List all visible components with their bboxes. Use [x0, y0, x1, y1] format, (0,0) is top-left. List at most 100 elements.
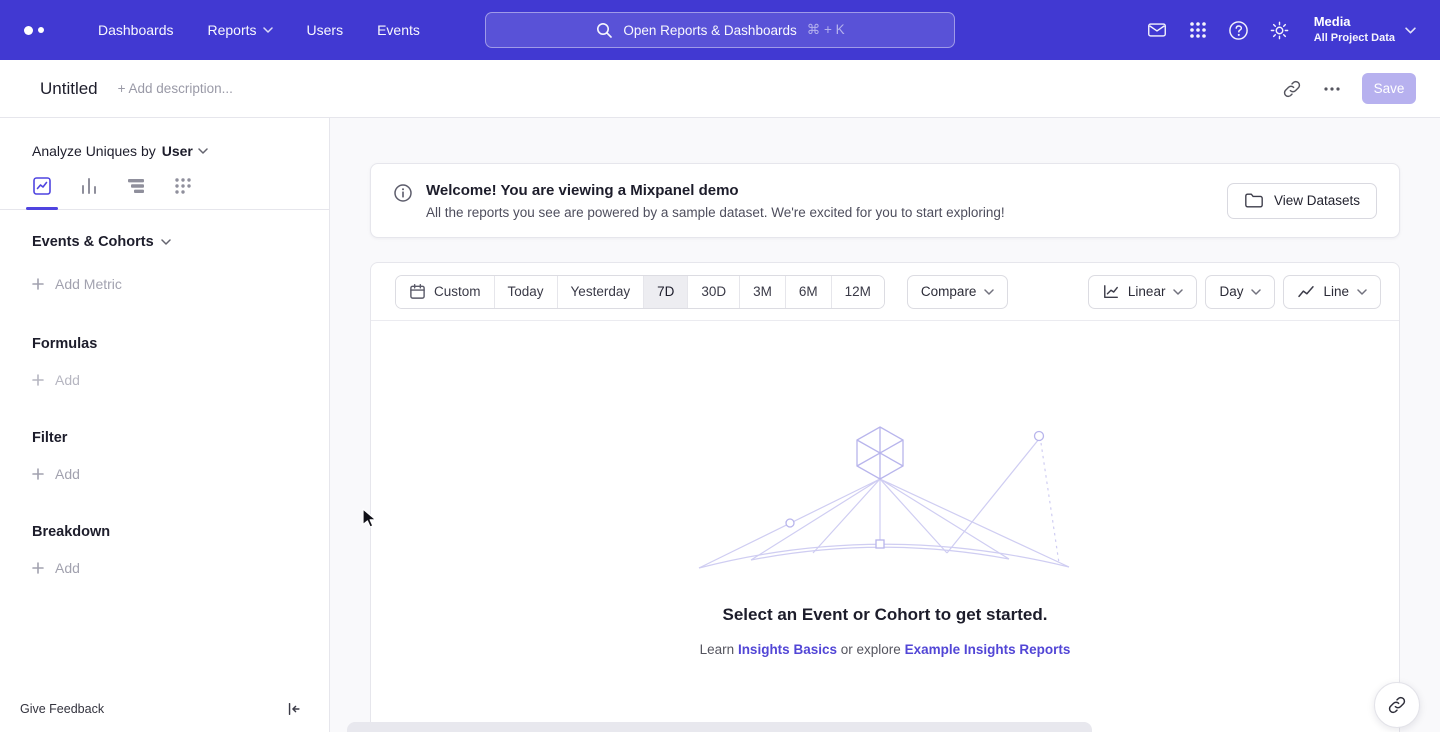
search-input[interactable]: Open Reports & Dashboards ⌘ + K — [485, 12, 955, 48]
tab-funnel[interactable] — [126, 176, 146, 196]
nav-dashboards[interactable]: Dashboards — [98, 22, 174, 38]
search-icon — [595, 21, 613, 39]
plus-icon — [32, 468, 44, 480]
metric-type-tabs — [0, 159, 329, 210]
collapse-sidebar-icon[interactable] — [286, 701, 302, 717]
analyze-label: Analyze Uniques by — [32, 143, 156, 159]
empty-state-illustration — [695, 425, 1075, 575]
more-options-icon[interactable] — [1322, 79, 1342, 99]
range-30d[interactable]: 30D — [687, 276, 739, 308]
query-builder-sidebar: Analyze Uniques by User Events & Cohorts… — [0, 118, 330, 732]
compare-button[interactable]: Compare — [907, 275, 1009, 309]
compare-label: Compare — [921, 284, 977, 299]
nav-dashboards-label: Dashboards — [98, 22, 174, 38]
sidebar-footer: Give Feedback — [0, 696, 329, 732]
nav-reports-label: Reports — [208, 22, 257, 38]
view-datasets-label: View Datasets — [1274, 193, 1360, 208]
add-breakdown-label: Add — [55, 560, 80, 576]
project-selector[interactable]: Media All Project Data — [1314, 14, 1416, 45]
add-description-field[interactable]: + Add description... — [118, 81, 233, 96]
give-feedback-link[interactable]: Give Feedback — [20, 702, 104, 716]
empty-state-links: Learn Insights Basics or explore Example… — [371, 642, 1399, 657]
share-link-fab[interactable] — [1374, 682, 1420, 728]
calendar-icon — [409, 283, 426, 300]
chart-type-dropdown[interactable]: Line — [1283, 275, 1381, 309]
nav-users-label: Users — [307, 22, 344, 38]
project-name: Media — [1314, 14, 1395, 31]
range-yesterday[interactable]: Yesterday — [557, 276, 644, 308]
range-today[interactable]: Today — [494, 276, 557, 308]
insights-chart-card: Custom Today Yesterday 7D 30D 3M 6M 12M … — [370, 262, 1400, 732]
sidebar-sections: Events & Cohorts Add Metric Formulas Add… — [0, 234, 329, 576]
link-icon — [1387, 695, 1407, 715]
navbar-actions: Media All Project Data — [1146, 14, 1416, 45]
events-cohorts-section-title[interactable]: Events & Cohorts — [32, 234, 297, 250]
folder-icon — [1244, 192, 1264, 209]
linear-scale-icon — [1102, 284, 1120, 300]
help-icon[interactable] — [1228, 20, 1249, 41]
report-main-area: Welcome! You are viewing a Mixpanel demo… — [330, 118, 1440, 732]
breakdown-section-title: Breakdown — [32, 524, 297, 540]
banner-message: All the reports you see are powered by a… — [426, 205, 1005, 220]
formulas-section-title: Formulas — [32, 336, 297, 352]
search-shortcut: ⌘ + K — [807, 22, 845, 38]
chart-controls: Custom Today Yesterday 7D 30D 3M 6M 12M … — [371, 263, 1399, 321]
save-button[interactable]: Save — [1362, 73, 1416, 104]
line-chart-icon — [1297, 285, 1315, 299]
banner-title: Welcome! You are viewing a Mixpanel demo — [426, 182, 1005, 199]
settings-gear-icon[interactable] — [1269, 20, 1290, 41]
add-metric-label: Add Metric — [55, 276, 122, 292]
project-scope: All Project Data — [1314, 31, 1395, 45]
messages-icon[interactable] — [1146, 19, 1168, 41]
range-7d[interactable]: 7D — [643, 276, 687, 308]
nav-users[interactable]: Users — [307, 22, 344, 38]
copy-link-icon[interactable] — [1282, 79, 1302, 99]
tab-retention[interactable] — [173, 176, 193, 196]
nav-reports[interactable]: Reports — [208, 22, 273, 38]
mixpanel-logo[interactable] — [24, 26, 58, 35]
plus-icon — [32, 374, 44, 386]
project-info: Media All Project Data — [1314, 14, 1395, 45]
range-3m[interactable]: 3M — [739, 276, 785, 308]
banner-text: Welcome! You are viewing a Mixpanel demo… — [426, 182, 1005, 220]
add-breakdown-button[interactable]: Add — [32, 560, 297, 576]
nav-events-label: Events — [377, 22, 420, 38]
chevron-down-icon — [984, 289, 994, 295]
filter-section-title: Filter — [32, 430, 297, 446]
chevron-down-icon — [1173, 289, 1183, 295]
add-formula-button[interactable]: Add — [32, 372, 297, 388]
interval-label: Day — [1219, 284, 1243, 299]
chevron-down-icon — [1357, 289, 1367, 295]
below-fold-panel-edge — [347, 722, 1092, 732]
chevron-down-icon — [161, 239, 171, 245]
range-custom-label: Custom — [434, 284, 481, 299]
insights-basics-link[interactable]: Insights Basics — [738, 642, 837, 657]
view-datasets-button[interactable]: View Datasets — [1227, 183, 1377, 219]
chevron-down-icon — [263, 27, 273, 33]
analyze-by-value: User — [162, 143, 193, 159]
report-title[interactable]: Untitled — [40, 79, 98, 99]
range-custom[interactable]: Custom — [396, 276, 494, 308]
apps-grid-icon[interactable] — [1188, 20, 1208, 40]
add-formula-label: Add — [55, 372, 80, 388]
middle-text: or explore — [841, 642, 901, 657]
add-filter-label: Add — [55, 466, 80, 482]
nav-events[interactable]: Events — [377, 22, 420, 38]
tab-bar-chart[interactable] — [79, 176, 99, 196]
add-metric-button[interactable]: Add Metric — [32, 276, 297, 292]
interval-dropdown[interactable]: Day — [1205, 275, 1275, 309]
empty-state-title: Select an Event or Cohort to get started… — [371, 605, 1399, 625]
search-placeholder: Open Reports & Dashboards — [623, 23, 796, 38]
scale-dropdown[interactable]: Linear — [1088, 275, 1198, 309]
example-reports-link[interactable]: Example Insights Reports — [905, 642, 1071, 657]
range-6m[interactable]: 6M — [785, 276, 831, 308]
date-range-picker: Custom Today Yesterday 7D 30D 3M 6M 12M — [395, 275, 885, 309]
learn-prefix: Learn — [700, 642, 735, 657]
tab-insights[interactable] — [32, 176, 52, 196]
top-navbar: Dashboards Reports Users Events Open Rep… — [0, 0, 1440, 60]
analyze-by-dropdown[interactable]: User — [162, 143, 208, 159]
empty-state: Select an Event or Cohort to get started… — [371, 321, 1399, 657]
range-12m[interactable]: 12M — [831, 276, 884, 308]
add-filter-button[interactable]: Add — [32, 466, 297, 482]
chevron-down-icon — [198, 148, 208, 154]
